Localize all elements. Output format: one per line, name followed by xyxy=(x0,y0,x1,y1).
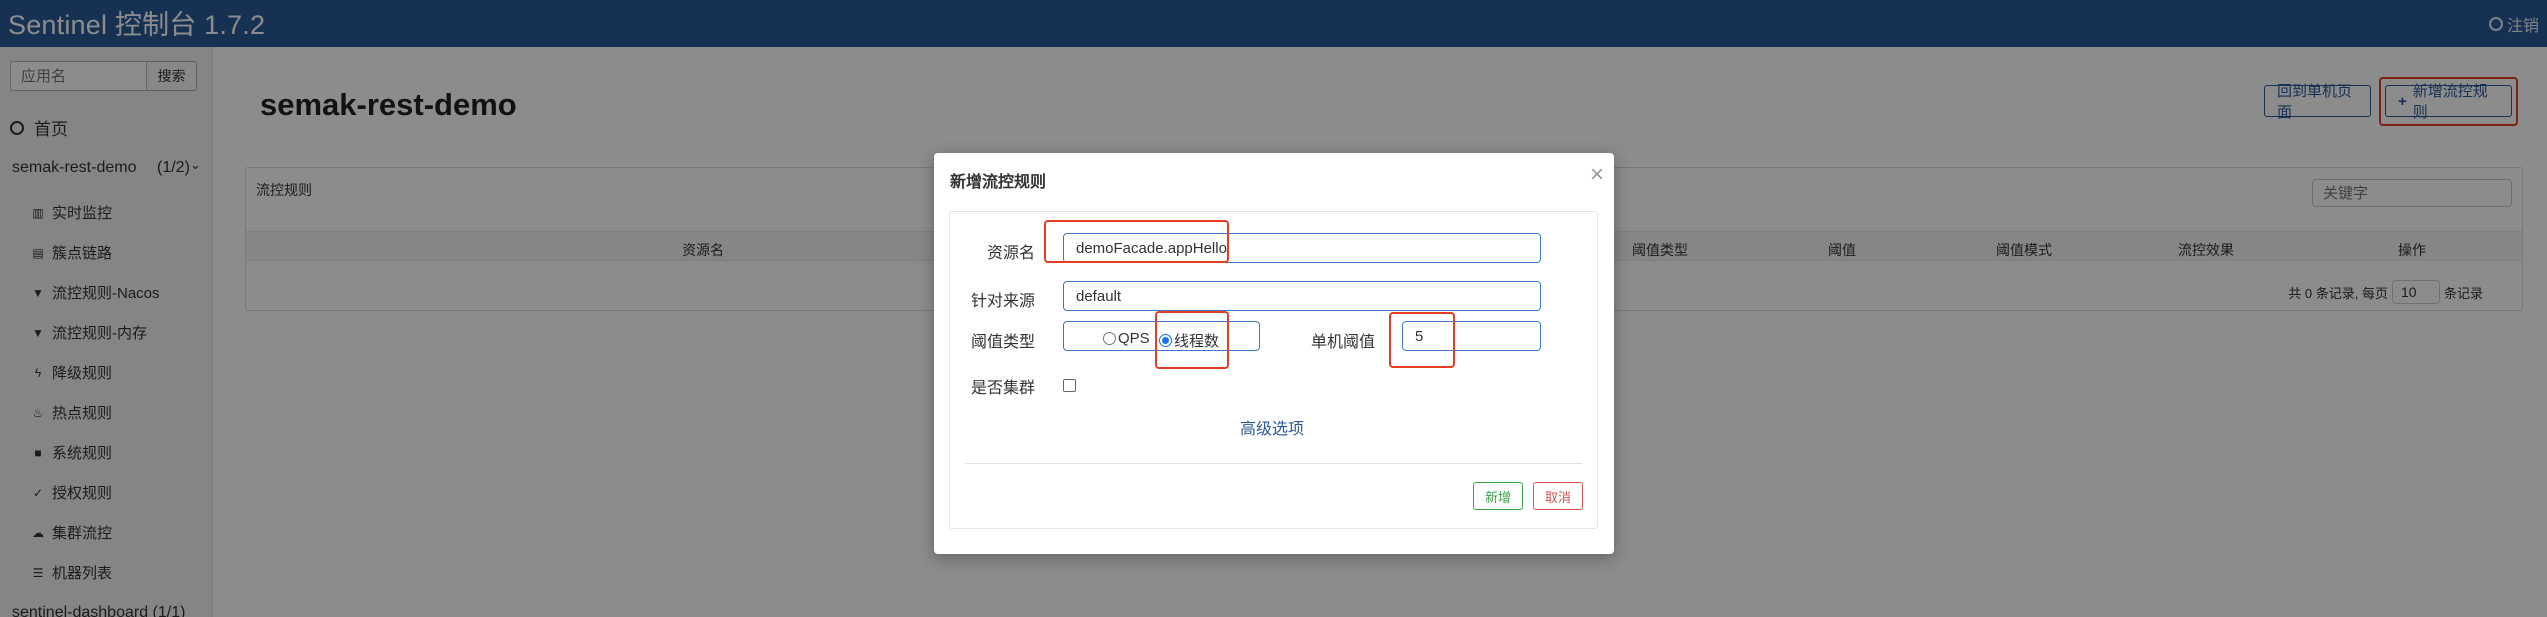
cluster-mode-label: 是否集群 xyxy=(971,380,1036,397)
limit-app-label: 针对来源 xyxy=(971,293,1036,310)
threshold-label: 单机阈值 xyxy=(1311,334,1376,351)
cluster-mode-checkbox[interactable] xyxy=(1063,379,1076,392)
divider xyxy=(965,463,1582,464)
add-flow-rule-dialog: 新增流控规则 × 资源名 demoFacade.appHello 针对来源 de… xyxy=(934,153,1614,554)
qps-label: QPS xyxy=(1118,330,1150,347)
thread-count-radio[interactable]: 线程数 xyxy=(1159,330,1219,351)
threshold-type-radio-group: QPS 线程数 xyxy=(1063,321,1260,351)
radio-circle xyxy=(1103,332,1116,345)
add-button[interactable]: 新增 xyxy=(1473,482,1523,510)
thread-count-label: 线程数 xyxy=(1174,333,1220,350)
dialog-title: 新增流控规则 xyxy=(950,174,1047,191)
resource-name-input[interactable]: demoFacade.appHello xyxy=(1063,233,1541,263)
resource-name-label: 资源名 xyxy=(987,245,1036,262)
close-icon[interactable]: × xyxy=(1590,161,1604,189)
dialog-form: 资源名 demoFacade.appHello 针对来源 default 阈值类… xyxy=(949,211,1598,529)
qps-radio[interactable]: QPS xyxy=(1103,330,1150,347)
radio-circle-selected xyxy=(1159,334,1172,347)
threshold-input[interactable]: 5 xyxy=(1402,321,1541,351)
limit-app-input[interactable]: default xyxy=(1063,281,1541,311)
advanced-options-link[interactable]: 高级选项 xyxy=(1240,415,1304,439)
threshold-type-label: 阈值类型 xyxy=(971,334,1036,351)
cancel-button[interactable]: 取消 xyxy=(1533,482,1583,510)
